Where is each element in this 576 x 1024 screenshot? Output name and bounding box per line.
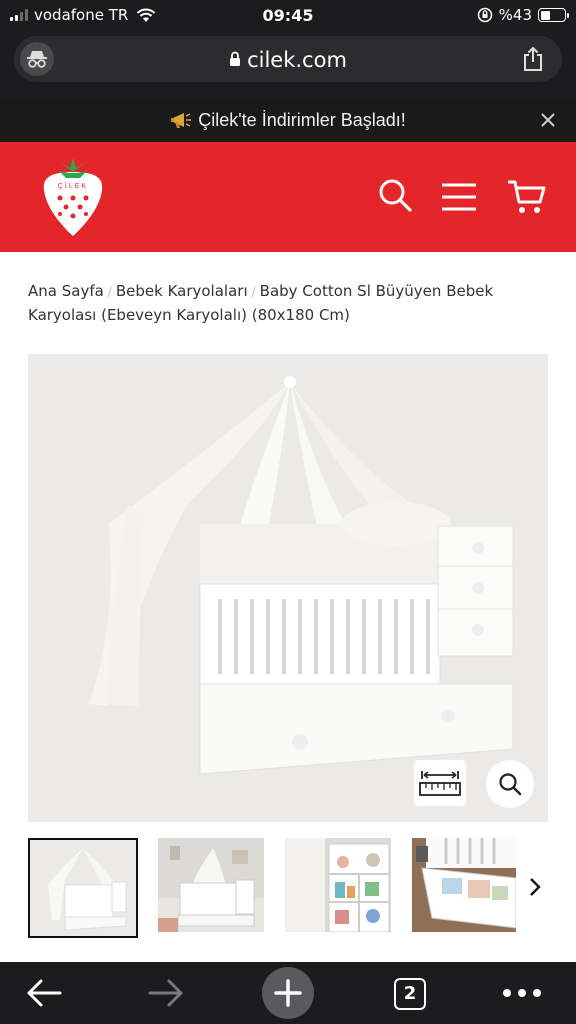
promo-banner[interactable]: Çilek'te İndirimler Başladı! [0,98,576,142]
breadcrumb-home[interactable]: Ana Sayfa [28,282,104,300]
product-main-image[interactable] [28,354,548,822]
more-options-icon[interactable] [502,988,542,998]
chevron-right-icon[interactable] [528,876,542,898]
tab-switcher-button[interactable]: 2 [394,978,426,1010]
svg-text:ÇİLEK: ÇİLEK [58,181,88,190]
thumbnail-3[interactable] [285,838,391,932]
promo-text: Çilek'te İndirimler Başladı! [198,110,406,130]
cilek-logo[interactable]: ÇİLEK [40,156,106,238]
menu-icon[interactable] [440,182,478,212]
dimensions-button[interactable] [414,760,466,806]
magnifier-icon [499,773,522,796]
cart-icon[interactable] [506,178,548,216]
thumbnail-gallery [28,838,548,938]
battery-percent: %43 [498,6,532,24]
forward-arrow-icon [148,979,183,1007]
address-bar[interactable]: cilek.com [14,36,562,82]
lock-icon [230,51,241,66]
battery-icon [538,8,569,22]
search-icon[interactable] [378,178,412,212]
crib-illustration [88,376,514,775]
browser-toolbar: 2 [0,962,576,1024]
share-icon[interactable] [522,46,544,72]
megaphone-icon [171,112,192,128]
breadcrumb-separator: / [107,285,112,299]
back-arrow-icon[interactable] [26,978,62,1008]
ruler-icon [419,771,461,796]
thumbnail-4[interactable] [412,838,516,932]
url-text: cilek.com [247,48,347,72]
breadcrumb-separator: / [251,285,256,299]
close-icon[interactable] [538,110,558,130]
breadcrumb-category[interactable]: Bebek Karyolaları [116,282,248,300]
breadcrumb: Ana Sayfa / Bebek Karyolaları / Baby Cotton … [28,280,553,327]
new-tab-button[interactable] [262,967,314,1019]
browser-address-area: cilek.com [0,32,576,98]
site-header: ÇİLEK [0,142,576,252]
plus-icon [274,979,302,1007]
thumbnail-1[interactable] [28,838,138,938]
zoom-button[interactable] [486,760,534,808]
thumbnail-2[interactable] [158,838,264,932]
orientation-lock-icon [477,7,492,23]
status-bar: vodafone TR 09:45 %43 [0,0,576,32]
